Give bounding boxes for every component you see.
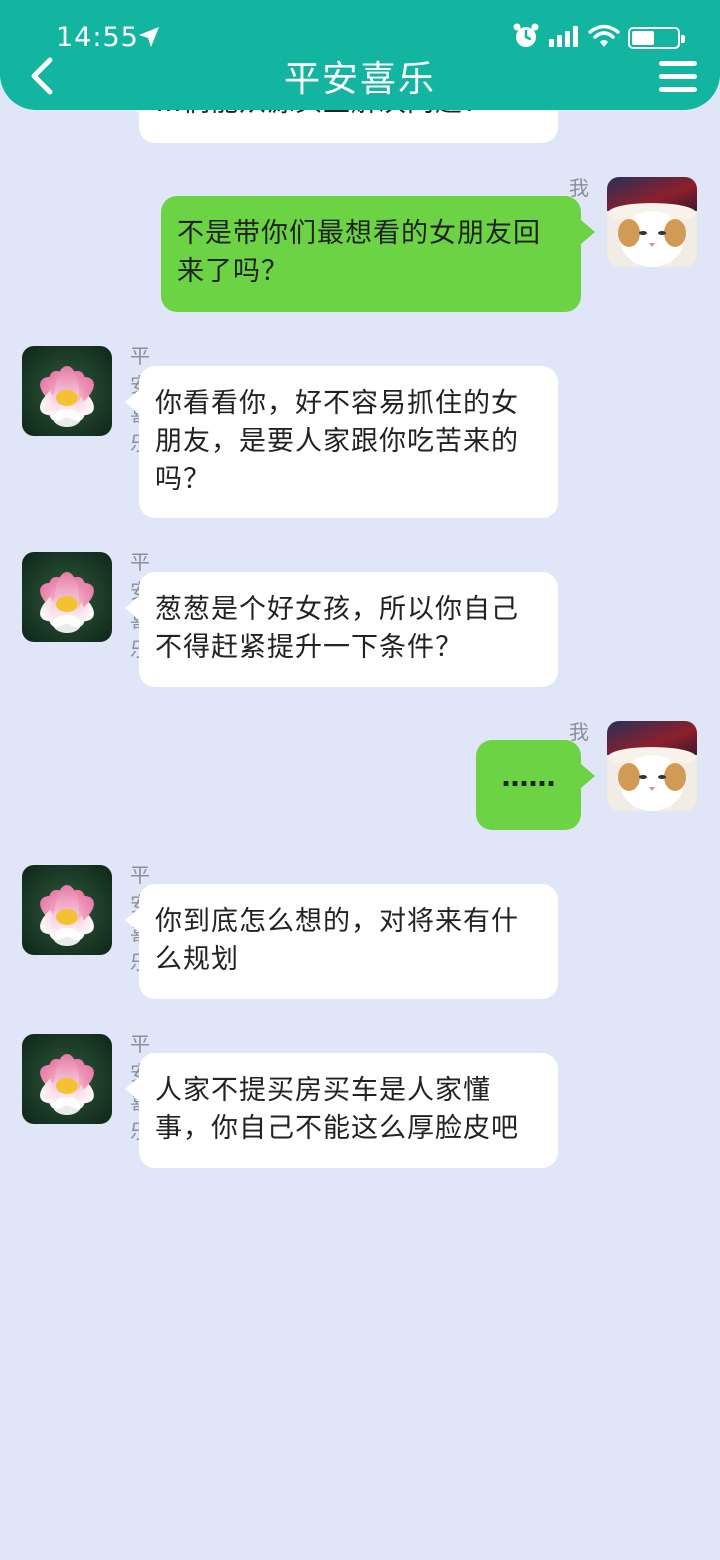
- status-time: 14:55: [56, 22, 139, 53]
- contact-avatar[interactable]: [22, 865, 112, 955]
- message-text: 你到底怎么想的，对将来有什么规划: [155, 906, 519, 975]
- battery-level: [632, 31, 654, 45]
- wifi-icon: [588, 24, 620, 52]
- battery-icon: [628, 27, 685, 49]
- message-text: 人家不提买房买车是人家懂事，你自己不能这么厚脸皮吧: [155, 1075, 519, 1144]
- location-arrow-icon: [138, 26, 160, 52]
- message-bubble[interactable]: 不是带你们最想看的女朋友回来了吗？: [161, 196, 595, 312]
- contact-avatar[interactable]: [22, 1034, 112, 1124]
- app-header: 14:55 平安喜乐: [0, 0, 720, 110]
- message-bubble[interactable]: 人家不提买房买车是人家懂事，你自己不能这么厚脸皮吧: [125, 1053, 558, 1168]
- signal-icon: [548, 25, 580, 51]
- message-text: 你看看你，好不容易抓住的女朋友，是要人家跟你吃苦来的吗？: [155, 388, 519, 495]
- message-text: 葱葱是个好女孩，所以你自己不得赶紧提升一下条件？: [155, 594, 519, 663]
- contact-avatar[interactable]: [22, 552, 112, 642]
- message-bubble[interactable]: ……: [476, 740, 595, 830]
- message-text: 不是带你们最想看的女朋友回来了吗？: [177, 218, 541, 287]
- message-bubble[interactable]: 你到底怎么想的，对将来有什么规划: [125, 884, 558, 999]
- my-avatar[interactable]: [607, 721, 697, 811]
- message-bubble[interactable]: 你看看你，好不容易抓住的女朋友，是要人家跟你吃苦来的吗？: [125, 366, 558, 518]
- contact-avatar[interactable]: [22, 346, 112, 436]
- my-avatar[interactable]: [607, 177, 697, 267]
- message-text: ……: [501, 762, 556, 793]
- message-bubble[interactable]: 葱葱是个好女孩，所以你自己不得赶紧提升一下条件？: [125, 572, 558, 687]
- hamburger-menu-icon: [659, 61, 697, 92]
- chat-title: 平安喜乐: [283, 59, 436, 100]
- menu-button[interactable]: [658, 60, 698, 98]
